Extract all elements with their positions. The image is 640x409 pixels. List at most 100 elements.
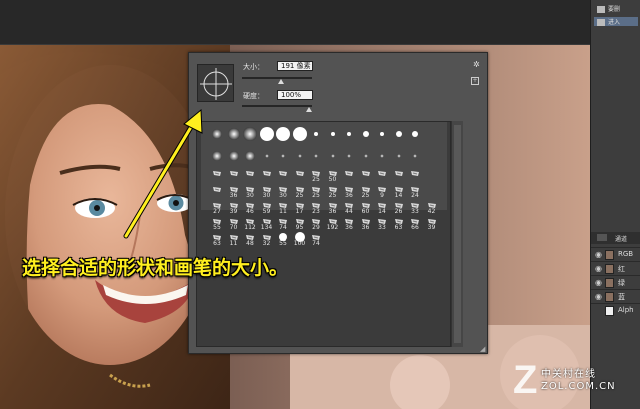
brush-tip[interactable]: 32 <box>259 230 275 247</box>
channel-row[interactable]: ◉ 红 <box>591 261 640 275</box>
brush-tip[interactable] <box>358 166 374 183</box>
brush-tip[interactable] <box>391 126 407 143</box>
eye-icon[interactable]: ◉ <box>595 292 602 301</box>
brush-tip[interactable] <box>374 166 390 183</box>
brush-tip[interactable]: 33 <box>407 198 423 215</box>
brush-tip[interactable]: 23 <box>308 198 324 215</box>
brush-tip[interactable] <box>341 148 357 165</box>
brush-tip[interactable]: 25 <box>292 182 308 199</box>
brush-tip[interactable] <box>292 148 308 165</box>
brush-tip[interactable]: 134 <box>259 214 275 231</box>
tab-layers[interactable] <box>597 234 607 241</box>
tab-channels[interactable]: 通道 <box>615 234 627 243</box>
brush-tip[interactable] <box>242 148 258 165</box>
brush-tip[interactable] <box>242 126 258 143</box>
brush-tip[interactable]: 25 <box>325 182 341 199</box>
brush-tip[interactable]: 36 <box>341 182 357 199</box>
gear-icon[interactable]: ✲ <box>473 60 480 69</box>
brush-tip[interactable] <box>259 148 275 165</box>
scrollbar-thumb[interactable] <box>454 125 461 343</box>
brush-tip[interactable]: 36 <box>325 198 341 215</box>
eye-icon[interactable]: ◉ <box>595 278 602 287</box>
tip-scrollbar[interactable] <box>451 121 463 347</box>
brush-tip[interactable]: 9 <box>374 182 390 199</box>
brush-tip[interactable]: 50 <box>325 166 341 183</box>
brush-tip[interactable]: 74 <box>275 214 291 231</box>
brush-tip[interactable] <box>341 126 357 143</box>
brush-tip[interactable]: 60 <box>358 198 374 215</box>
brush-tip[interactable]: 17 <box>292 198 308 215</box>
brush-tip[interactable]: 112 <box>242 214 258 231</box>
brush-tip[interactable] <box>275 126 291 143</box>
brush-tip[interactable] <box>308 126 324 143</box>
brush-tip[interactable]: 100 <box>292 230 308 247</box>
brush-tip[interactable] <box>374 148 390 165</box>
new-preset-icon[interactable]: + <box>471 77 479 85</box>
brush-tip[interactable] <box>358 126 374 143</box>
brush-tip[interactable]: 39 <box>226 198 242 215</box>
brush-tip[interactable] <box>226 148 242 165</box>
channel-row[interactable]: ◉ 蓝 <box>591 289 640 303</box>
brush-tip[interactable] <box>391 166 407 183</box>
brush-tip[interactable]: 59 <box>259 198 275 215</box>
brush-tip[interactable]: 74 <box>308 230 324 247</box>
brush-tip[interactable] <box>325 148 341 165</box>
brush-tip[interactable]: 55 <box>275 230 291 247</box>
brush-tip[interactable]: 25 <box>308 166 324 183</box>
brush-tip[interactable] <box>226 166 242 183</box>
brush-tip[interactable]: 25 <box>358 182 374 199</box>
brush-tip[interactable] <box>391 148 407 165</box>
brush-tip[interactable]: 30 <box>242 182 258 199</box>
brush-tip[interactable] <box>407 166 423 183</box>
brush-tip[interactable]: 14 <box>391 182 407 199</box>
brush-tip[interactable]: 44 <box>341 198 357 215</box>
brush-tip[interactable]: 26 <box>391 198 407 215</box>
hardness-slider-track[interactable] <box>242 105 312 107</box>
history-item[interactable]: 要删 <box>597 4 620 13</box>
brush-tip[interactable] <box>308 148 324 165</box>
brush-tip[interactable] <box>275 148 291 165</box>
brush-tip[interactable]: 48 <box>242 230 258 247</box>
brush-tip[interactable] <box>407 126 423 143</box>
brush-tip[interactable]: 46 <box>242 198 258 215</box>
channel-row[interactable]: ◉ RGB <box>591 247 640 261</box>
brush-tip[interactable] <box>242 166 258 183</box>
brush-tip[interactable]: 36 <box>226 182 242 199</box>
brush-tip[interactable]: 30 <box>275 182 291 199</box>
brush-tip[interactable]: 33 <box>374 214 390 231</box>
brush-tip[interactable]: 36 <box>341 214 357 231</box>
brush-tip[interactable] <box>358 148 374 165</box>
size-slider-handle[interactable] <box>277 79 284 84</box>
brush-tip[interactable]: 30 <box>259 182 275 199</box>
eye-icon[interactable]: ◉ <box>595 250 602 259</box>
brush-tip[interactable]: 66 <box>407 214 423 231</box>
brush-tip[interactable]: 42 <box>424 198 440 215</box>
resize-grip-icon[interactable]: ◢ <box>480 345 485 353</box>
brush-tip[interactable]: 24 <box>407 182 423 199</box>
brush-tip[interactable] <box>275 166 291 183</box>
eye-icon[interactable]: ◉ <box>595 264 602 273</box>
brush-tip[interactable]: 11 <box>275 198 291 215</box>
brush-tip[interactable]: 39 <box>424 214 440 231</box>
brush-tip[interactable] <box>292 166 308 183</box>
brush-tip[interactable] <box>341 166 357 183</box>
brush-tip[interactable]: 14 <box>374 198 390 215</box>
channel-row[interactable]: ◉ 绿 <box>591 275 640 289</box>
size-field[interactable]: 191 像素 <box>277 61 313 71</box>
brush-tip[interactable] <box>407 148 423 165</box>
brush-tip[interactable] <box>374 126 390 143</box>
brush-tip[interactable] <box>259 166 275 183</box>
brush-tip[interactable] <box>292 126 308 143</box>
brush-tip[interactable]: 63 <box>391 214 407 231</box>
brush-tip[interactable]: 95 <box>292 214 308 231</box>
brush-tip[interactable] <box>325 126 341 143</box>
brush-tip[interactable]: 70 <box>226 214 242 231</box>
hardness-slider-handle[interactable] <box>306 107 312 112</box>
channel-row[interactable]: Alph <box>591 303 640 317</box>
brush-tip[interactable] <box>259 126 275 143</box>
brush-tip[interactable]: 25 <box>308 182 324 199</box>
brush-tip[interactable]: 11 <box>226 230 242 247</box>
hardness-field[interactable]: 100% <box>277 90 313 100</box>
brush-tip[interactable]: 192 <box>325 214 341 231</box>
brush-tip[interactable]: 29 <box>308 214 324 231</box>
